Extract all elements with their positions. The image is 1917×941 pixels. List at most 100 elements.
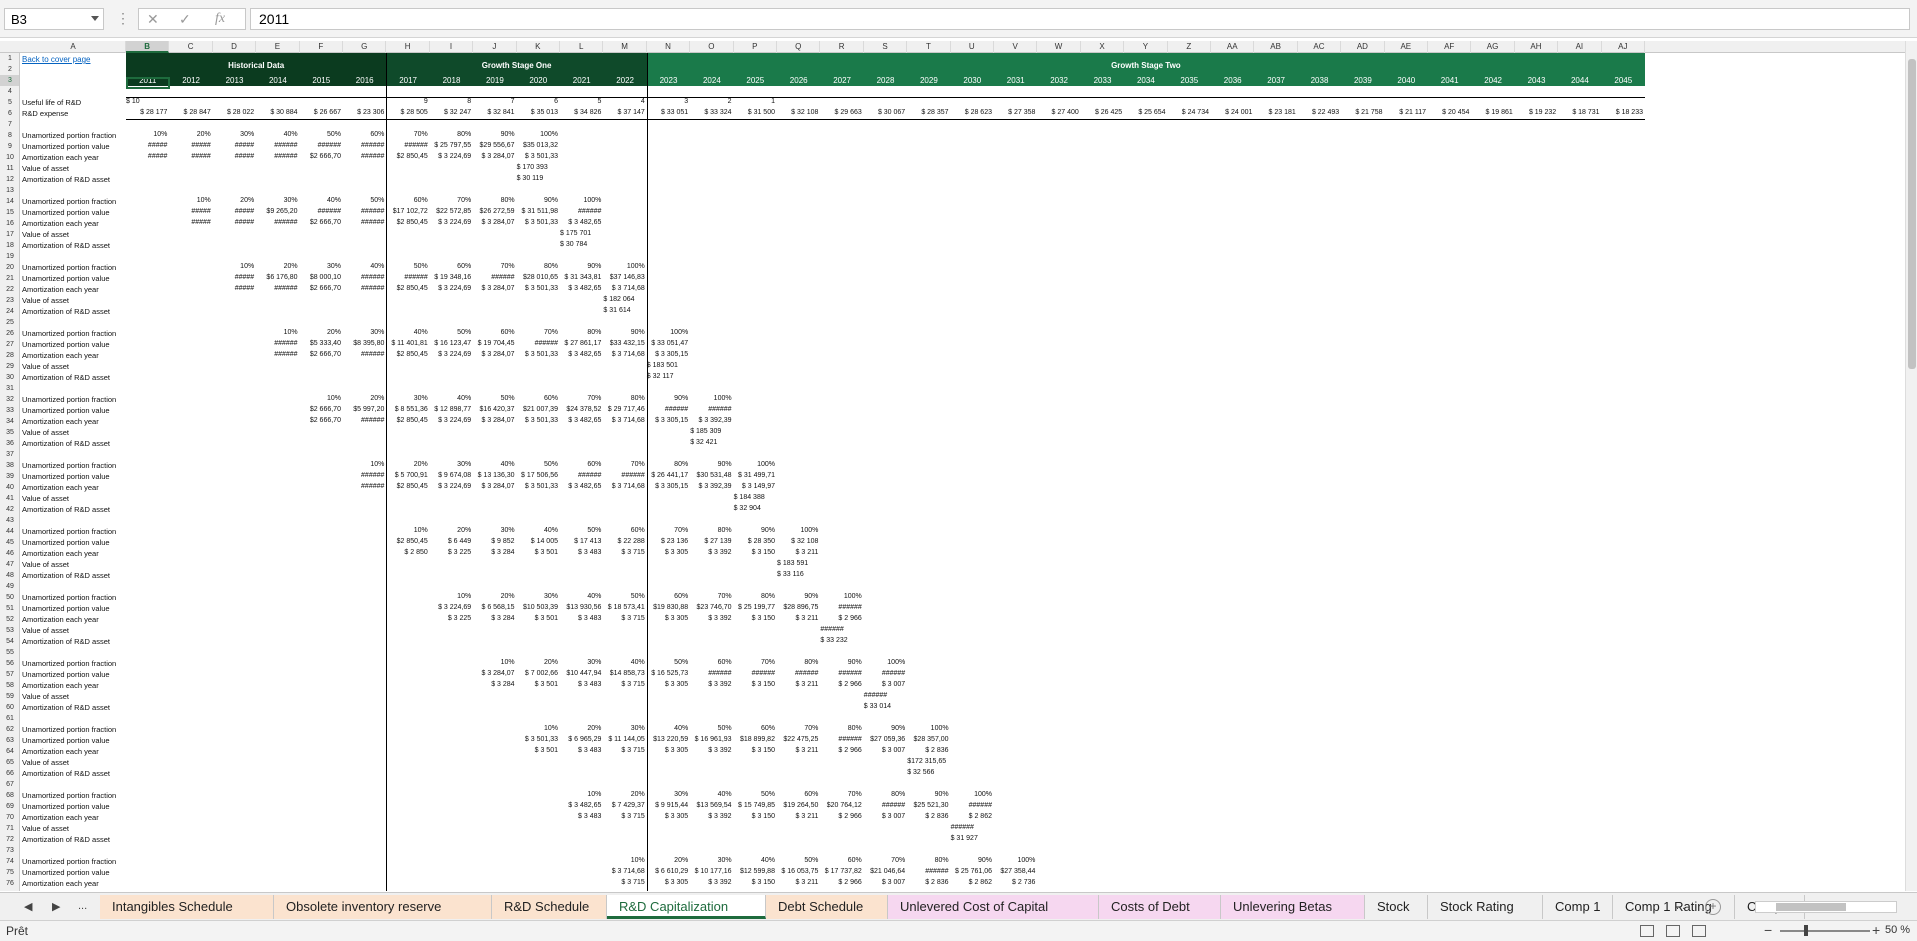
normal-view-icon[interactable] bbox=[1640, 925, 1654, 937]
cell-value[interactable]: $ 3 501,33 bbox=[517, 482, 560, 492]
cell-value[interactable]: $ 3 224,69 bbox=[430, 416, 473, 426]
cell-value[interactable]: $ 3 224,69 bbox=[430, 350, 473, 360]
cell-value[interactable]: 10% bbox=[169, 196, 212, 206]
cell-value[interactable]: ###### bbox=[343, 350, 386, 360]
cell-value[interactable]: 40% bbox=[603, 658, 646, 668]
cell-value[interactable]: ##### bbox=[169, 218, 212, 228]
cell-value[interactable]: 80% bbox=[777, 658, 820, 668]
cell-value[interactable]: 100% bbox=[994, 856, 1037, 866]
column-header-ab[interactable]: AB bbox=[1254, 41, 1298, 53]
cell-value[interactable]: $35 013,32 bbox=[517, 141, 560, 151]
cell-value[interactable]: ###### bbox=[690, 669, 733, 679]
cell-value[interactable]: 5 bbox=[560, 97, 603, 107]
cell-value[interactable]: 70% bbox=[647, 526, 690, 536]
cell-value[interactable]: 30% bbox=[386, 394, 429, 404]
cell-value[interactable]: ###### bbox=[560, 471, 603, 481]
row-header[interactable]: 7 bbox=[0, 119, 19, 130]
row-header[interactable]: 2 bbox=[0, 64, 19, 75]
row-header[interactable]: 13 bbox=[0, 185, 19, 196]
cell-value[interactable]: $ 3 211 bbox=[777, 680, 820, 690]
cell-value[interactable]: ###### bbox=[343, 284, 386, 294]
column-header-af[interactable]: AF bbox=[1428, 41, 1472, 53]
cell-value[interactable]: $ 23 181 bbox=[1254, 108, 1297, 118]
row-header[interactable]: 1 bbox=[0, 53, 19, 64]
cell-value[interactable]: $ 3 284 bbox=[473, 614, 516, 624]
cell-value[interactable]: $ 3 483 bbox=[560, 680, 603, 690]
cell-value[interactable]: $ 21 758 bbox=[1341, 108, 1384, 118]
cell-value[interactable]: $ 32 904 bbox=[734, 504, 777, 514]
cell-value[interactable]: $8 395,80 bbox=[343, 339, 386, 349]
cell-value[interactable]: 40% bbox=[734, 856, 777, 866]
cell-value[interactable]: $ 3 482,65 bbox=[560, 482, 603, 492]
column-header-ae[interactable]: AE bbox=[1385, 41, 1428, 53]
cell-value[interactable]: $ 13 136,30 bbox=[473, 471, 516, 481]
cell-value[interactable]: 50% bbox=[386, 262, 429, 272]
row-header[interactable]: 51 bbox=[0, 603, 19, 614]
cell-value[interactable]: $ 2 836 bbox=[907, 812, 950, 822]
cell-value[interactable]: $ 31 511,98 bbox=[517, 207, 560, 217]
cell-value[interactable]: ###### bbox=[300, 141, 343, 151]
cell-value[interactable]: 20% bbox=[343, 394, 386, 404]
cell-value[interactable]: 6 bbox=[517, 97, 560, 107]
column-header-s[interactable]: S bbox=[864, 41, 908, 53]
cell-value[interactable]: ##### bbox=[213, 207, 256, 217]
cell-value[interactable]: $ 2 966 bbox=[820, 614, 863, 624]
column-header-y[interactable]: Y bbox=[1124, 41, 1168, 53]
cell-value[interactable]: ###### bbox=[864, 691, 907, 701]
row-header[interactable]: 25 bbox=[0, 317, 19, 328]
cell-value[interactable]: $ 3 392,39 bbox=[690, 482, 733, 492]
cell-value[interactable]: $ 3 211 bbox=[777, 878, 820, 888]
row-header[interactable]: 27 bbox=[0, 339, 19, 350]
row-header[interactable]: 8 bbox=[0, 130, 19, 141]
cell-value[interactable]: 90% bbox=[517, 196, 560, 206]
cell-value[interactable]: $ 3 305 bbox=[647, 746, 690, 756]
cell-value[interactable]: 40% bbox=[647, 724, 690, 734]
cell-value[interactable]: $5 997,20 bbox=[343, 405, 386, 415]
cell-value[interactable]: $ 16 123,47 bbox=[430, 339, 473, 349]
tab-intangibles-schedule[interactable]: Intangibles Schedule bbox=[100, 895, 274, 919]
cell-value[interactable]: $ 3 284,07 bbox=[473, 482, 516, 492]
cell-value[interactable]: 40% bbox=[256, 130, 299, 140]
cell-value[interactable]: 100% bbox=[647, 328, 690, 338]
cell-value[interactable]: 90% bbox=[560, 262, 603, 272]
cell-value[interactable]: 30% bbox=[517, 592, 560, 602]
cell-value[interactable]: $ 183 591 bbox=[777, 559, 820, 569]
cell-value[interactable]: 100% bbox=[603, 262, 646, 272]
cell-value[interactable]: ###### bbox=[820, 735, 863, 745]
cell-value[interactable]: $20 764,12 bbox=[820, 801, 863, 811]
cell-value[interactable]: 20% bbox=[517, 658, 560, 668]
cell-value[interactable]: ###### bbox=[560, 207, 603, 217]
cell-value[interactable]: 30% bbox=[213, 130, 256, 140]
cell-value[interactable]: ##### bbox=[213, 152, 256, 162]
cell-value[interactable]: 80% bbox=[517, 262, 560, 272]
cell-value[interactable]: $ 6 568,15 bbox=[473, 603, 516, 613]
cell-value[interactable]: 20% bbox=[647, 856, 690, 866]
row-header[interactable]: 47 bbox=[0, 559, 19, 570]
cell-value[interactable]: $17 102,72 bbox=[386, 207, 429, 217]
cell-value[interactable]: $28 896,75 bbox=[777, 603, 820, 613]
cell-value[interactable]: 10% bbox=[300, 394, 343, 404]
cell-value[interactable]: $2 850,45 bbox=[386, 350, 429, 360]
cell-value[interactable]: 100% bbox=[951, 790, 994, 800]
cell-value[interactable]: $ 32 247 bbox=[430, 108, 473, 118]
cell-value[interactable]: $ 3 714,68 bbox=[603, 350, 646, 360]
cell-value[interactable]: $ 33 232 bbox=[820, 636, 863, 646]
cell-value[interactable]: $ 3 225 bbox=[430, 614, 473, 624]
cell-value[interactable]: ##### bbox=[213, 273, 256, 283]
cell-value[interactable]: $ 3 482,65 bbox=[560, 801, 603, 811]
cell-value[interactable]: $ 3 305 bbox=[647, 548, 690, 558]
tab-stock[interactable]: Stock bbox=[1365, 895, 1428, 919]
cell-value[interactable]: 10% bbox=[560, 790, 603, 800]
cell-value[interactable]: $ 3 211 bbox=[777, 746, 820, 756]
cell-value[interactable]: 70% bbox=[603, 460, 646, 470]
cell-value[interactable]: $ 3 501,33 bbox=[517, 735, 560, 745]
cell-value[interactable]: $2 666,70 bbox=[300, 350, 343, 360]
cell-value[interactable]: $ 3 501 bbox=[517, 746, 560, 756]
cell-value[interactable]: ##### bbox=[213, 141, 256, 151]
cell-value[interactable]: $ 16 525,73 bbox=[647, 669, 690, 679]
cell-value[interactable]: $ 3 149,97 bbox=[734, 482, 777, 492]
cell-value[interactable]: 60% bbox=[560, 460, 603, 470]
cell-value[interactable]: 80% bbox=[603, 394, 646, 404]
cell-value[interactable]: ###### bbox=[256, 284, 299, 294]
cell-value[interactable]: $ 7 429,37 bbox=[603, 801, 646, 811]
